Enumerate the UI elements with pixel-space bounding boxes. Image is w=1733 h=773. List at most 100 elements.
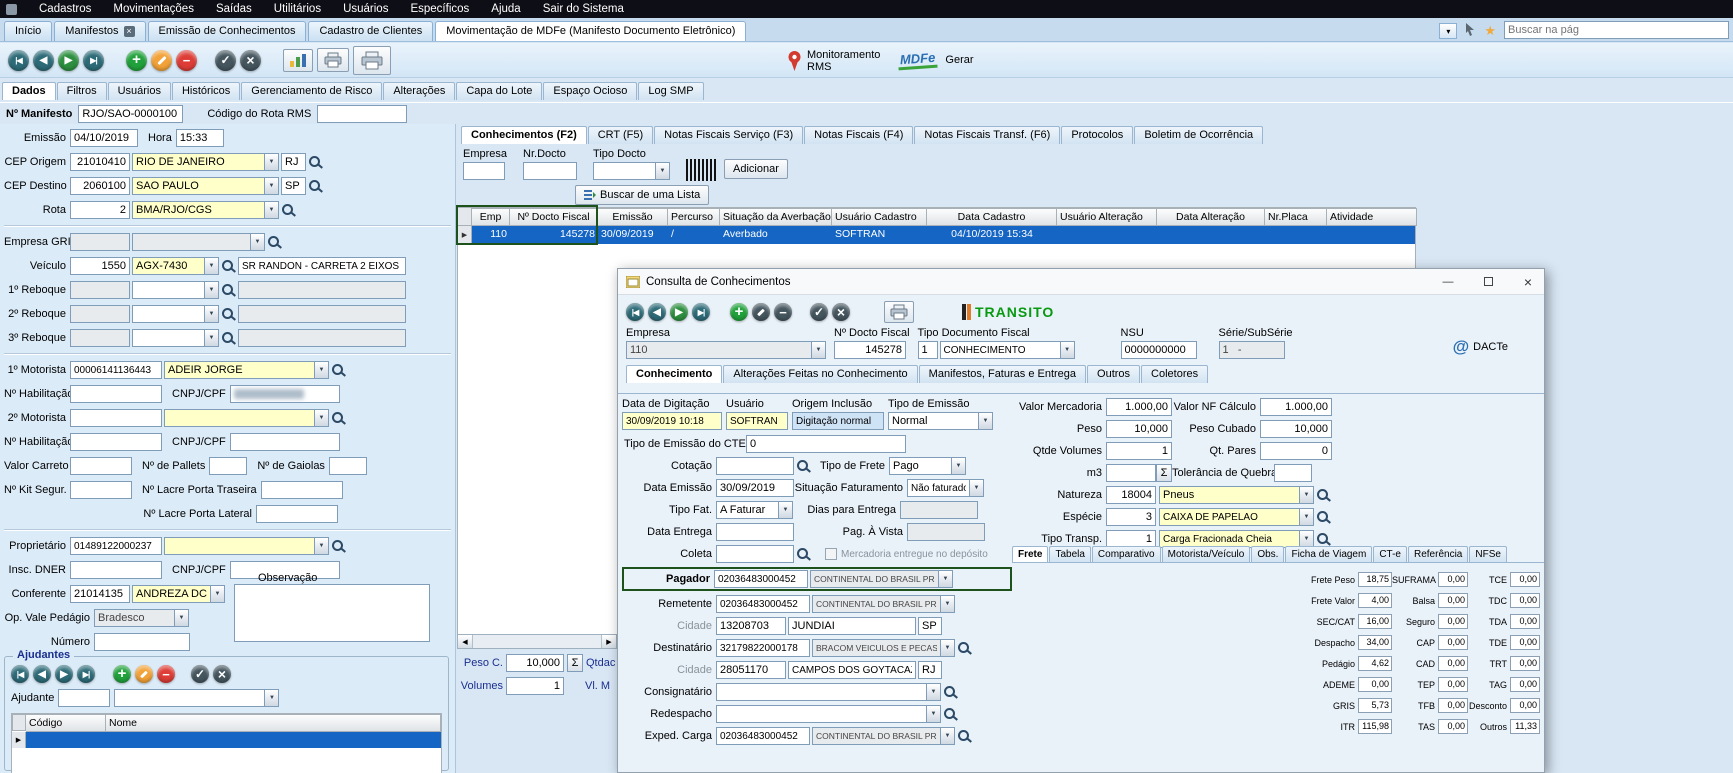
ftab-obs[interactable]: Obs. [1251, 546, 1284, 562]
pagador-combo[interactable] [810, 570, 938, 588]
edit-button[interactable] [752, 303, 770, 321]
table-header-cell[interactable]: Atividade [1327, 208, 1417, 226]
dropdown-button[interactable] [314, 361, 329, 379]
habilitacao1-field[interactable] [70, 385, 162, 403]
gaiolas-field[interactable] [329, 457, 367, 475]
search-icon[interactable] [1316, 488, 1331, 503]
dropdown-button[interactable] [250, 233, 265, 251]
search-icon[interactable] [221, 331, 236, 346]
freight-value-field[interactable]: 4,62 [1358, 656, 1392, 671]
pagador-codigo-field[interactable] [714, 570, 808, 588]
add-button[interactable] [730, 303, 748, 321]
cidade-remetente-nome-field[interactable] [788, 617, 916, 635]
last-record-button[interactable] [83, 50, 104, 71]
destinatario-codigo-field[interactable] [716, 639, 810, 657]
dtab-boletim[interactable]: Boletim de Ocorrência [1134, 126, 1263, 144]
menu-item-especificos[interactable]: Específicos [410, 3, 469, 15]
scroll-left-button[interactable]: ◀ [458, 635, 473, 648]
dropdown-button[interactable] [940, 727, 955, 745]
menu-item-movimentacoes[interactable]: Movimentações [113, 3, 194, 15]
dropdown-button[interactable] [204, 305, 219, 323]
delete-button[interactable] [157, 665, 175, 683]
table-header-cell[interactable]: Percurso [668, 208, 720, 226]
freight-value-field[interactable]: 0,00 [1438, 593, 1468, 608]
dropdown-button[interactable] [314, 409, 329, 427]
manifest-number-field[interactable] [78, 105, 183, 123]
search-icon[interactable] [796, 547, 811, 562]
especie-codigo-field[interactable] [1106, 508, 1156, 526]
dropdown-button[interactable] [314, 537, 329, 555]
dtab-protocolos[interactable]: Protocolos [1061, 126, 1133, 144]
ajudante-nome-combo[interactable] [114, 689, 264, 707]
mtab-manifestos-faturas[interactable]: Manifestos, Faturas e Entrega [919, 365, 1086, 383]
print-preview-button[interactable] [353, 46, 391, 75]
dtab-notas-fiscais[interactable]: Notas Fiscais (F4) [804, 126, 913, 144]
edit-button[interactable] [151, 50, 172, 71]
sum-button[interactable] [567, 654, 583, 672]
freight-value-field[interactable]: 0,00 [1438, 698, 1468, 713]
data-digitacao-field[interactable] [622, 412, 722, 430]
freight-value-field[interactable]: 0,00 [1358, 677, 1392, 692]
empresa-field[interactable] [463, 162, 505, 180]
nsu-field[interactable] [1121, 341, 1197, 359]
veiculo-codigo-field[interactable] [70, 257, 130, 275]
dtab-crt[interactable]: CRT (F5) [588, 126, 653, 144]
docto-fiscal-field[interactable] [834, 341, 906, 359]
last-record-button[interactable] [77, 665, 95, 683]
dropdown-button[interactable] [940, 639, 955, 657]
dropdown-button[interactable] [940, 595, 955, 613]
ftab-nfse[interactable]: NFSe [1469, 546, 1507, 562]
dropdown-button[interactable] [778, 501, 793, 519]
tab-cadastro-clientes[interactable]: Cadastro de Clientes [308, 21, 433, 41]
pag-a-vista-field[interactable] [907, 523, 985, 541]
table-header-cell[interactable]: Data Cadastro [927, 208, 1057, 226]
favorite-star-icon[interactable]: ★ [1484, 23, 1496, 39]
search-icon[interactable] [957, 641, 972, 656]
ftab-tabela[interactable]: Tabela [1049, 546, 1090, 562]
gerar-mdfe-button[interactable]: MDFe Gerar [898, 51, 974, 69]
dropdown-button[interactable] [210, 585, 225, 603]
ptab-log-smp[interactable]: Log SMP [638, 82, 703, 100]
natureza-codigo-field[interactable] [1106, 486, 1156, 504]
search-icon[interactable] [331, 363, 346, 378]
cidade-remetente-uf-field[interactable] [918, 617, 942, 635]
dtab-nf-servico[interactable]: Notas Fiscais Serviço (F3) [654, 126, 803, 144]
tolerancia-field[interactable] [1274, 464, 1312, 482]
next-record-button[interactable] [55, 665, 73, 683]
tab-movimentacao-mdfe[interactable]: Movimentação de MDFe (Manifesto Document… [435, 21, 746, 41]
consignatario-combo[interactable] [716, 683, 926, 701]
freight-value-field[interactable]: 0,00 [1510, 656, 1540, 671]
horizontal-scrollbar[interactable]: ◀▶ [457, 634, 617, 649]
pointer-icon[interactable] [1463, 22, 1476, 39]
m3-field[interactable] [1106, 464, 1156, 482]
cidade-origem-combo[interactable] [132, 153, 264, 171]
dropdown-button[interactable] [938, 570, 953, 588]
dropdown-button[interactable] [264, 177, 279, 195]
search-icon[interactable] [1316, 510, 1331, 525]
dtab-nf-transf[interactable]: Notas Fiscais Transf. (F6) [914, 126, 1060, 144]
motorista2-codigo-field[interactable] [70, 409, 162, 427]
mtab-alteracoes[interactable]: Alterações Feitas no Conhecimento [723, 365, 917, 383]
dropdown-button[interactable] [1299, 508, 1314, 526]
destinatario-combo[interactable] [812, 639, 940, 657]
tipo-doc-codigo-field[interactable] [918, 341, 938, 359]
cep-origem-field[interactable] [70, 153, 130, 171]
ptab-filtros[interactable]: Filtros [57, 82, 107, 100]
edit-button[interactable] [135, 665, 153, 683]
dropdown-button[interactable] [204, 281, 219, 299]
delete-button[interactable] [176, 50, 197, 71]
qt-pares-field[interactable] [1260, 442, 1332, 460]
tab-close-icon[interactable] [124, 26, 135, 37]
tab-overflow-button[interactable]: ▾ [1439, 23, 1457, 39]
freight-value-field[interactable]: 0,00 [1438, 572, 1468, 587]
freight-value-field[interactable]: 0,00 [1510, 677, 1540, 692]
mtab-conhecimento[interactable]: Conhecimento [626, 365, 722, 383]
tipodocto-combo[interactable] [593, 162, 655, 180]
dropdown-button[interactable] [969, 479, 984, 497]
add-button[interactable] [113, 665, 131, 683]
add-button[interactable] [126, 50, 147, 71]
chart-button[interactable] [283, 49, 313, 72]
conferente-nome-combo[interactable] [132, 585, 210, 603]
search-icon[interactable] [331, 411, 346, 426]
scroll-right-button[interactable]: ▶ [601, 635, 616, 648]
